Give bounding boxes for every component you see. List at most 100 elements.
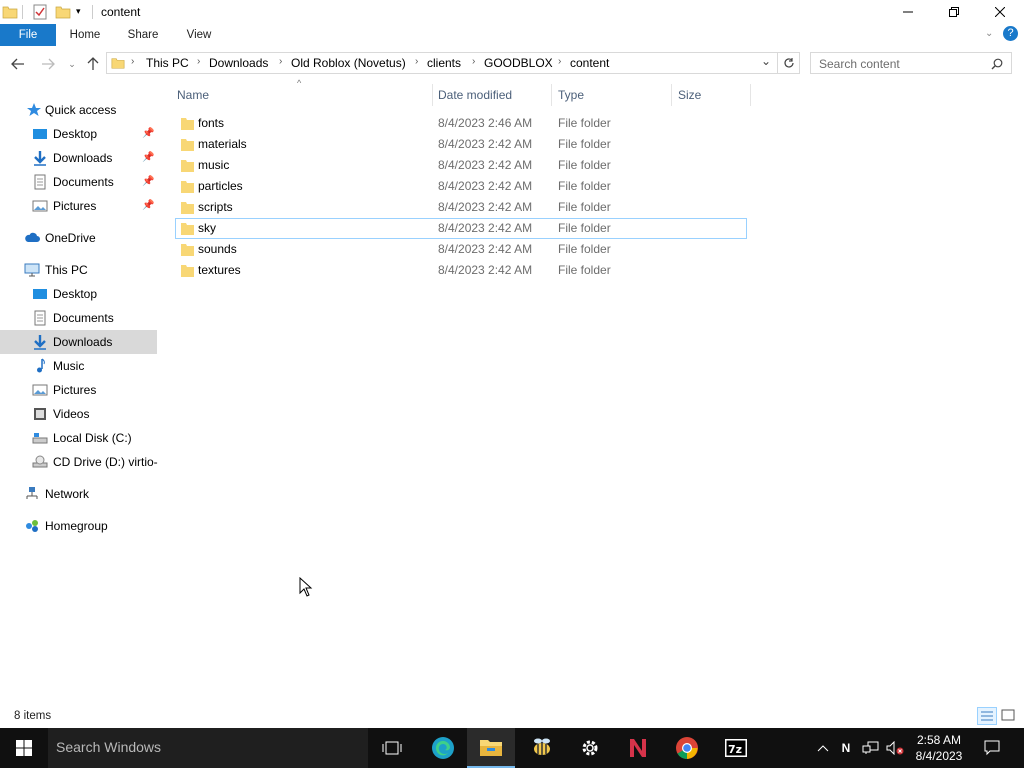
large-icons-view-button[interactable] (999, 707, 1019, 725)
sidebar-item-this-pc[interactable]: This PC (0, 258, 157, 282)
taskbar-file-explorer[interactable] (467, 728, 515, 768)
task-view-icon (382, 741, 402, 755)
sidebar-item-pc-desktop[interactable]: Desktop (0, 282, 157, 306)
column-header-date[interactable]: Date modified (438, 88, 512, 110)
breadcrumb-separator-icon: › (472, 56, 476, 67)
restore-button[interactable] (931, 0, 977, 24)
file-name: fonts (198, 116, 225, 130)
details-view-button[interactable] (977, 707, 997, 725)
folder-icon (181, 223, 194, 235)
breadcrumb-old-roblox[interactable]: Old Roblox (Novetus) (291, 56, 406, 70)
sidebar-item-documents[interactable]: Documents 📌 (0, 170, 157, 194)
table-row[interactable]: sounds 8/4/2023 2:42 AM File folder (175, 239, 747, 260)
breadcrumb-goodblox[interactable]: GOODBLOX (484, 56, 553, 70)
sidebar-item-pc-music[interactable]: Music (0, 354, 157, 378)
breadcrumb-clients[interactable]: clients (427, 56, 461, 70)
title-bar: ▾ content (0, 0, 1024, 24)
sidebar-item-cd-drive[interactable]: CD Drive (D:) virtio- (0, 450, 158, 474)
up-button[interactable] (83, 54, 103, 74)
table-row[interactable]: sky 8/4/2023 2:42 AM File folder (175, 218, 747, 239)
taskbar-novetus[interactable] (614, 728, 662, 768)
tray-novetus-icon[interactable]: N (837, 728, 855, 768)
pin-icon[interactable]: 📌 (142, 128, 154, 139)
forward-button[interactable] (38, 54, 58, 74)
tab-home[interactable]: Home (62, 24, 108, 46)
search-box[interactable]: Search content (810, 52, 1012, 74)
expand-ribbon-icon[interactable]: ⌄ (985, 28, 993, 39)
sidebar-item-desktop[interactable]: Desktop 📌 (0, 122, 157, 146)
sidebar-item-label: Pictures (53, 199, 97, 213)
help-icon[interactable]: ? (1003, 26, 1018, 41)
table-row[interactable]: materials 8/4/2023 2:42 AM File folder (175, 134, 747, 155)
taskbar-settings[interactable] (566, 728, 614, 768)
file-name: sounds (198, 242, 237, 256)
search-input[interactable]: Search content (819, 57, 900, 71)
tray-volume-button[interactable] (884, 728, 906, 768)
column-header-type[interactable]: Type (558, 88, 584, 110)
tray-network-button[interactable] (860, 728, 882, 768)
sidebar-item-onedrive[interactable]: OneDrive (0, 226, 157, 250)
back-button[interactable] (8, 54, 28, 74)
breadcrumb-downloads[interactable]: Downloads (209, 56, 268, 70)
pin-icon[interactable]: 📌 (142, 152, 154, 163)
novetus-icon (630, 739, 646, 757)
recent-locations-button[interactable]: ⌄ (62, 54, 82, 74)
divider (22, 5, 23, 19)
task-view-button[interactable] (368, 728, 416, 768)
table-row[interactable]: particles 8/4/2023 2:42 AM File folder (175, 176, 747, 197)
sidebar-item-pc-videos[interactable]: Videos (0, 402, 157, 426)
sidebar-item-homegroup[interactable]: Homegroup (0, 514, 157, 538)
sidebar-item-pc-pictures[interactable]: Pictures (0, 378, 157, 402)
breadcrumb-this-pc[interactable]: This PC (146, 56, 189, 70)
sidebar-item-label: Homegroup (45, 519, 108, 533)
volume-muted-icon (886, 741, 904, 755)
table-row[interactable]: fonts 8/4/2023 2:46 AM File folder (175, 113, 747, 134)
taskbar-7zip[interactable]: 7z (712, 728, 760, 768)
taskbar-search-input[interactable]: Search Windows (56, 739, 161, 755)
sidebar-item-quick-access[interactable]: Quick access (0, 98, 157, 122)
new-folder-icon[interactable] (55, 4, 71, 20)
table-row[interactable]: textures 8/4/2023 2:42 AM File folder (175, 260, 747, 281)
divider[interactable] (750, 84, 751, 106)
sidebar-item-label: Desktop (53, 287, 98, 301)
customize-quick-access-icon[interactable]: ▾ (76, 6, 81, 17)
file-name: materials (198, 137, 247, 151)
taskbar-app-bee[interactable] (518, 728, 566, 768)
sidebar-item-pc-downloads[interactable]: Downloads (0, 330, 157, 354)
properties-icon[interactable] (32, 4, 48, 20)
sidebar-item-local-disk[interactable]: Local Disk (C:) (0, 426, 157, 450)
taskbar-clock[interactable]: 2:58 AM 8/4/2023 (904, 732, 974, 764)
tab-file[interactable]: File (0, 24, 56, 46)
pin-icon[interactable]: 📌 (142, 200, 154, 211)
tab-share[interactable]: Share (120, 24, 166, 46)
table-row[interactable]: scripts 8/4/2023 2:42 AM File folder (175, 197, 747, 218)
close-button[interactable] (977, 0, 1023, 24)
show-hidden-icons-button[interactable] (814, 728, 832, 768)
taskbar-search[interactable]: Search Windows (48, 728, 368, 768)
divider[interactable] (432, 84, 433, 106)
divider[interactable] (551, 84, 552, 106)
address-bar[interactable]: › This PC › Downloads › Old Roblox (Nove… (106, 52, 778, 74)
taskbar-edge[interactable] (419, 728, 467, 768)
status-item-count: 8 items (14, 710, 52, 722)
tab-view[interactable]: View (176, 24, 222, 46)
sidebar-item-network[interactable]: Network (0, 482, 157, 506)
star-icon (27, 103, 41, 116)
breadcrumb-content[interactable]: content (570, 56, 609, 70)
address-dropdown-icon[interactable]: ⌄ (761, 54, 771, 68)
action-center-button[interactable] (980, 728, 1004, 768)
pin-icon[interactable]: 📌 (142, 176, 154, 187)
refresh-button[interactable] (778, 52, 800, 74)
sidebar-item-downloads[interactable]: Downloads 📌 (0, 146, 157, 170)
minimize-button[interactable] (885, 0, 931, 24)
sidebar-item-pictures[interactable]: Pictures 📌 (0, 194, 157, 218)
table-row[interactable]: music 8/4/2023 2:42 AM File folder (175, 155, 747, 176)
minimize-icon (903, 11, 913, 13)
svg-text:7z: 7z (728, 743, 742, 756)
divider[interactable] (671, 84, 672, 106)
taskbar-chrome[interactable] (663, 728, 711, 768)
sidebar-item-pc-documents[interactable]: Documents (0, 306, 157, 330)
column-header-size[interactable]: Size (678, 88, 701, 110)
start-button[interactable] (0, 728, 48, 768)
column-header-name[interactable]: Name (177, 88, 209, 110)
